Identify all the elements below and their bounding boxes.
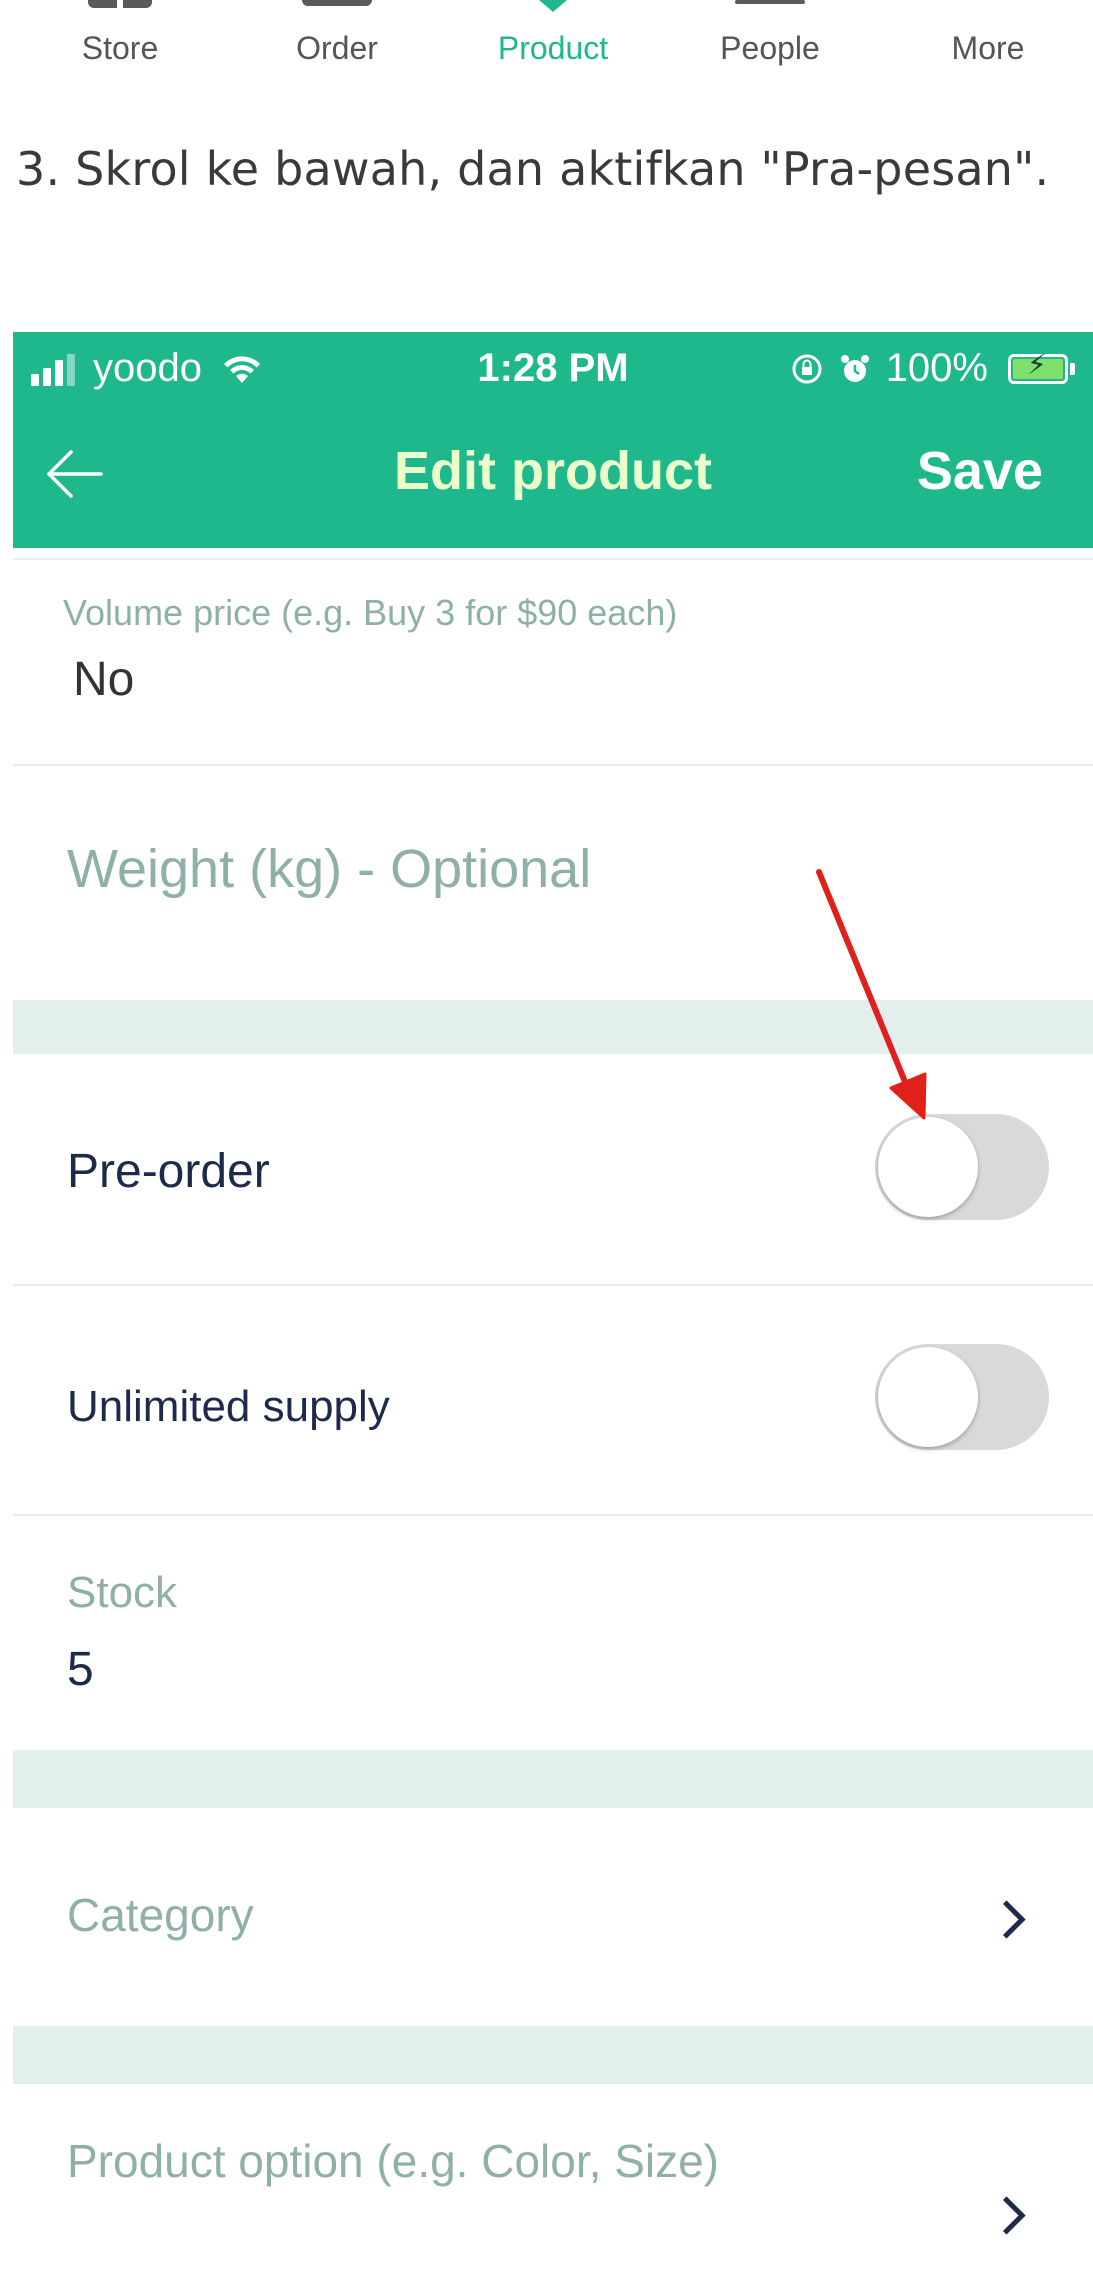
stock-label: Stock [67,1568,178,1617]
people-icon [735,0,805,4]
unlimited-supply-toggle[interactable] [875,1344,1049,1450]
store-icon [88,0,152,8]
tab-order-label: Order [296,30,378,66]
product-option-row[interactable]: Product option (e.g. Color, Size) [13,2084,1093,2275]
bottom-tab-bar: Store Order Product People More [0,0,1093,80]
volume-price-row[interactable]: Volume price (e.g. Buy 3 for $90 each) N… [13,560,1093,722]
pre-order-row: Pre-order [13,1054,1093,1284]
volume-price-value: No [73,653,135,706]
tab-more-label: More [951,30,1025,66]
unlimited-supply-row: Unlimited supply [13,1286,1093,1514]
product-option-label: Product option (e.g. Color, Size) [67,2135,719,2187]
category-label: Category [67,1889,254,1941]
chevron-right-icon [987,2196,1026,2235]
tab-product[interactable]: Product [473,0,633,80]
stock-value: 5 [67,1643,94,1696]
alarm-icon [840,354,869,382]
tab-people[interactable]: People [690,0,850,80]
pre-order-label: Pre-order [67,1145,270,1198]
pre-order-toggle[interactable] [875,1114,1049,1220]
battery-percent: 100% [885,346,988,390]
tab-product-label: Product [497,30,609,66]
tab-order[interactable]: Order [257,0,417,80]
product-icon [539,0,567,12]
weight-input[interactable]: Weight (kg) - Optional [13,766,1093,988]
weight-placeholder: Weight (kg) - Optional [67,839,592,899]
tab-people-label: People [720,30,820,66]
battery-icon [1008,348,1068,384]
rotation-lock-icon [792,354,822,383]
phone-screenshot: yoodo 1:28 PM 100% ⚡ Edit product Save V… [13,332,1093,2275]
tab-store[interactable]: Store [40,0,200,80]
tab-more[interactable]: More [908,0,1068,80]
instruction-text: 3. Skrol ke bawah, dan aktifkan "Pra-pes… [16,142,1050,196]
status-bar: yoodo 1:28 PM 100% [13,332,1093,402]
stock-row[interactable]: Stock 5 [13,1516,1093,1748]
save-button[interactable]: Save [917,440,1043,502]
tab-store-label: Store [81,30,159,66]
category-row[interactable]: Category [13,1808,1093,2026]
volume-price-label: Volume price (e.g. Buy 3 for $90 each) [63,592,678,633]
nav-bar: Edit product Save [13,402,1093,548]
chevron-right-icon [987,1900,1026,1939]
unlimited-supply-label: Unlimited supply [67,1382,390,1431]
order-icon [302,0,372,6]
